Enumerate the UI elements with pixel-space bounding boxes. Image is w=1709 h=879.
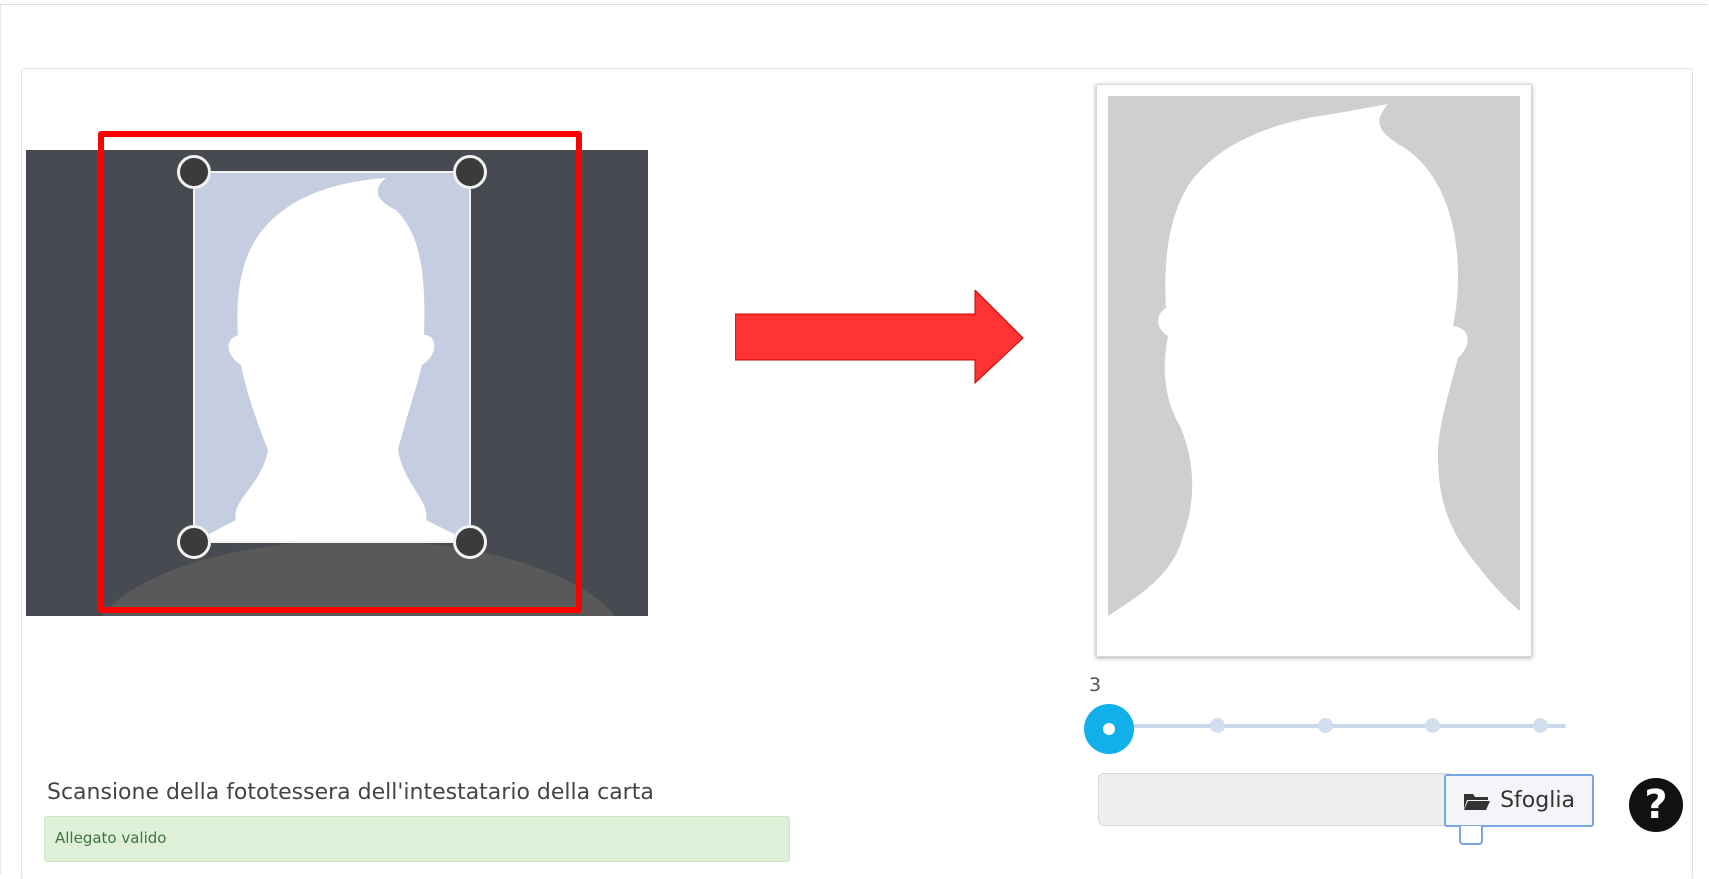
file-name-field[interactable] xyxy=(1098,773,1450,826)
arrow-right-icon xyxy=(735,290,1024,385)
zoom-slider-thumb[interactable] xyxy=(1084,704,1134,754)
zoom-slider-track[interactable] xyxy=(1110,724,1566,728)
question-circle-icon[interactable]: ? xyxy=(1629,778,1683,832)
browse-button-label: Sfoglia xyxy=(1500,788,1575,813)
focus-indicator xyxy=(1459,826,1483,845)
slider-tick[interactable] xyxy=(1425,718,1440,733)
slider-value-label: 3 xyxy=(1089,674,1102,696)
slider-tick[interactable] xyxy=(1318,718,1333,733)
browse-button[interactable]: Sfoglia xyxy=(1444,774,1594,827)
page: 3 Sfoglia ? Scansione della fototessera … xyxy=(0,0,1709,879)
field-label: Scansione della fototessera dell'intesta… xyxy=(47,780,654,805)
slider-tick[interactable] xyxy=(1210,718,1225,733)
photo-preview xyxy=(1096,84,1532,657)
slider-tick[interactable] xyxy=(1533,718,1548,733)
status-message: Allegato valido xyxy=(44,816,790,862)
preview-silhouette xyxy=(1108,96,1520,645)
crop-highlight-annotation xyxy=(98,131,582,613)
slider-thumb-dot xyxy=(1103,723,1115,735)
folder-open-icon xyxy=(1464,793,1491,810)
